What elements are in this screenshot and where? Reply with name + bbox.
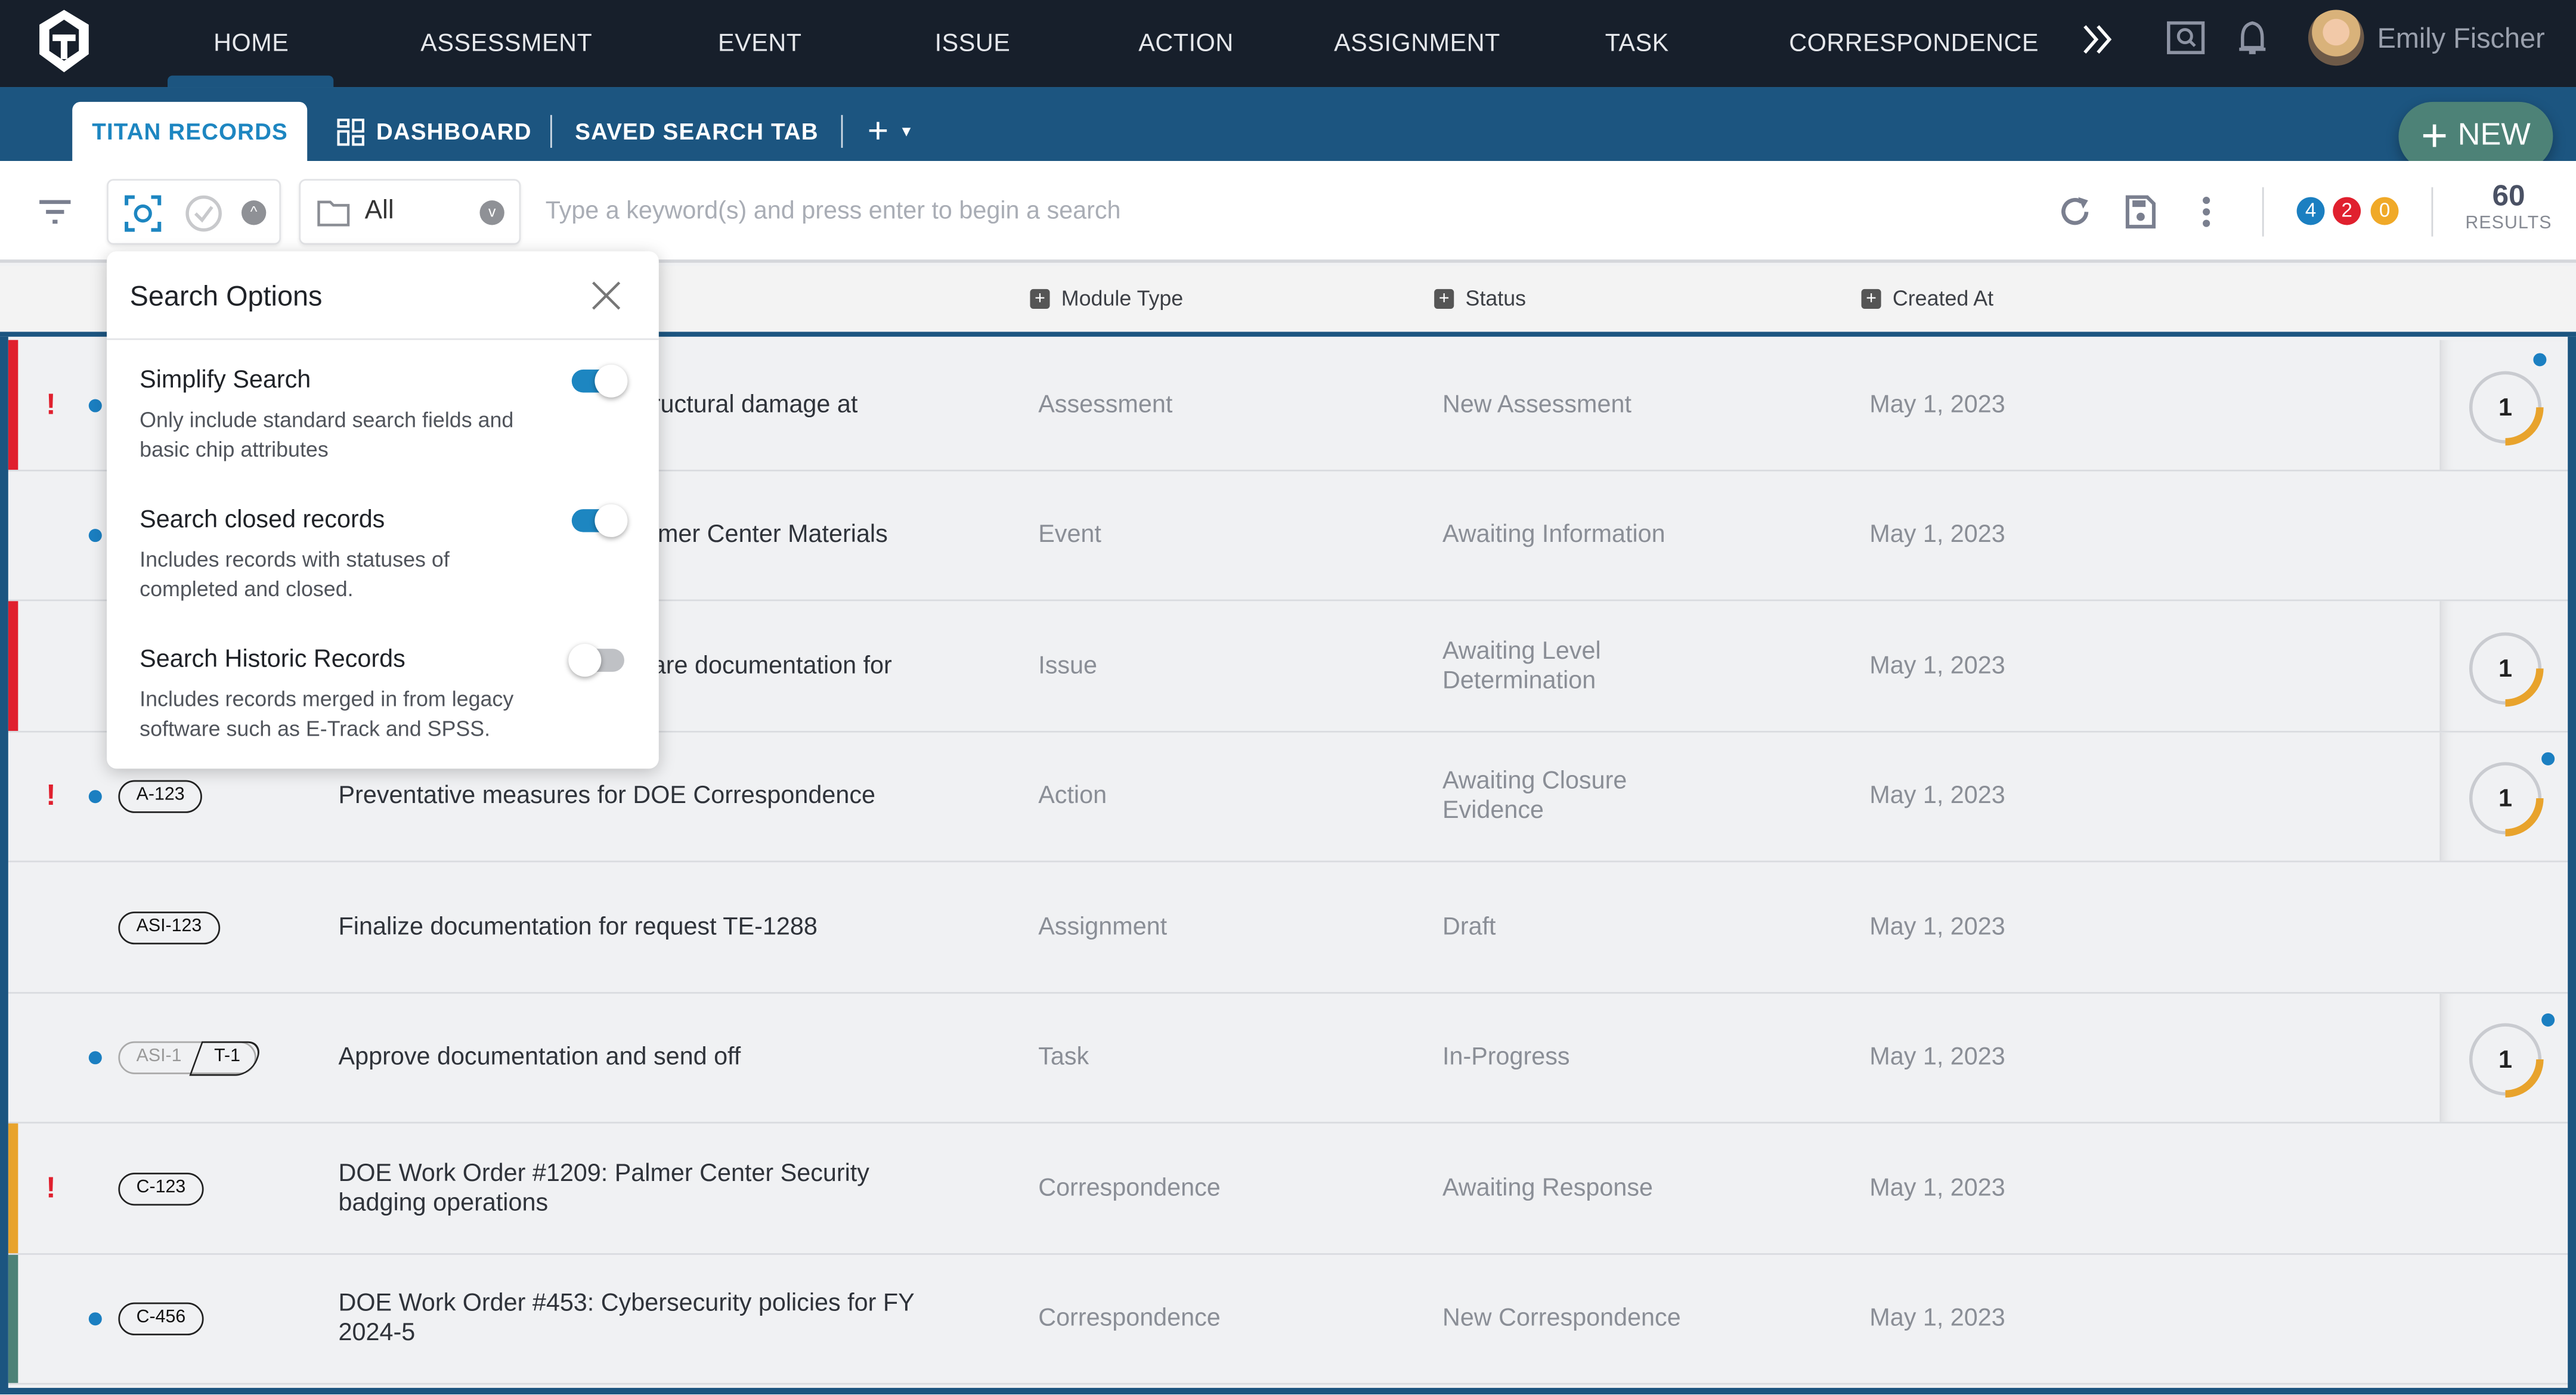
search-mode-group: ^ xyxy=(107,179,281,245)
tab-saved-search[interactable]: SAVED SEARCH TAB xyxy=(575,102,818,161)
popover-divider xyxy=(107,338,659,340)
titan-logo[interactable] xyxy=(30,7,99,76)
column-header-module[interactable]: + Module Type xyxy=(1030,286,1184,311)
option-label-historic: Search Historic Records xyxy=(140,645,405,674)
add-tab-button[interactable]: + ▼ xyxy=(868,102,915,161)
caret-down-icon: ▼ xyxy=(899,123,915,140)
filter-icon[interactable] xyxy=(38,199,72,225)
check-circle-icon[interactable] xyxy=(184,194,224,233)
add-icon: + xyxy=(1861,288,1881,308)
add-icon: + xyxy=(1434,288,1454,308)
more-nav-chevrons-icon[interactable] xyxy=(2080,23,2116,56)
column-header-status[interactable]: + Status xyxy=(1434,286,1527,311)
nav-label: ASSESSMENT xyxy=(420,29,593,58)
search-input[interactable]: Type a keyword(s) and press enter to beg… xyxy=(546,197,1121,225)
nav-label: ISSUE xyxy=(934,29,1011,58)
column-label: Status xyxy=(1465,286,1527,311)
popover-title: Search Options xyxy=(129,281,323,312)
toggle-simplify-search[interactable] xyxy=(571,364,628,398)
toggle-search-closed[interactable] xyxy=(571,504,628,537)
dashboard-grid-icon xyxy=(337,117,364,145)
tab-divider xyxy=(550,114,552,148)
option-label-closed: Search closed records xyxy=(140,506,385,534)
search-box-icon[interactable] xyxy=(2166,20,2205,56)
user-name[interactable]: Emily Fischer xyxy=(2377,23,2545,56)
nav-assessment[interactable]: ASSESSMENT xyxy=(420,0,592,87)
toggle-search-historic[interactable] xyxy=(568,643,624,677)
option-label-simplify: Simplify Search xyxy=(140,366,311,395)
bell-icon[interactable] xyxy=(2236,20,2269,59)
add-tab-label: + xyxy=(867,110,890,151)
more-vertical-icon[interactable] xyxy=(2198,196,2215,228)
tab-label: DASHBOARD xyxy=(376,118,532,145)
column-label: Created At xyxy=(1892,286,1994,311)
folder-select[interactable]: All v xyxy=(299,179,521,245)
nav-label: EVENT xyxy=(717,29,802,58)
results-label: RESULTS xyxy=(2465,213,2552,234)
results-count: 60 xyxy=(2492,179,2525,212)
tab-label: SAVED SEARCH TAB xyxy=(575,118,819,145)
nav-issue[interactable]: ISSUE xyxy=(935,0,1011,87)
chevron-down-icon: v xyxy=(479,200,504,225)
nav-label: ACTION xyxy=(1138,29,1234,58)
search-options-popover: Search Options Simplify Search Only incl… xyxy=(107,251,659,769)
nav-event[interactable]: EVENT xyxy=(718,0,802,87)
option-desc: Includes records merged in from legacy s… xyxy=(140,686,514,741)
scan-search-icon[interactable] xyxy=(123,194,163,233)
tab-label: TITAN RECORDS xyxy=(92,118,288,145)
count-badge-blue[interactable]: 4 xyxy=(2296,197,2325,225)
nav-action[interactable]: ACTION xyxy=(1138,0,1233,87)
add-icon: + xyxy=(1030,288,1050,308)
count-badge-orange[interactable]: 0 xyxy=(2370,197,2399,225)
column-label: Module Type xyxy=(1061,286,1184,311)
folder-icon xyxy=(317,200,350,227)
nav-label: HOME xyxy=(213,29,289,58)
nav-home[interactable]: HOME xyxy=(168,0,333,88)
new-label: NEW xyxy=(2457,118,2531,153)
count-badge-red[interactable]: 2 xyxy=(2333,197,2361,225)
column-header-created[interactable]: + Created At xyxy=(1861,286,1994,311)
tab-titan-records[interactable]: TITAN RECORDS xyxy=(72,101,308,161)
nav-correspondence[interactable]: CORRESPONDENCE xyxy=(1789,0,2039,87)
top-nav: HOME ASSESSMENT EVENT ISSUE ACTION ASSIG… xyxy=(0,0,2576,88)
toolbar-divider xyxy=(2431,187,2433,237)
nav-label: CORRESPONDENCE xyxy=(1789,29,2039,58)
tab-divider xyxy=(841,114,843,148)
option-desc: Includes records with statuses of comple… xyxy=(140,547,450,602)
save-icon[interactable] xyxy=(2124,194,2157,230)
folder-select-value: All xyxy=(364,197,394,225)
tab-dashboard[interactable]: DASHBOARD xyxy=(337,102,532,161)
app: HOME ASSESSMENT EVENT ISSUE ACTION ASSIG… xyxy=(0,0,2576,1395)
chevron-up-icon[interactable]: ^ xyxy=(241,200,267,225)
refresh-icon[interactable] xyxy=(2057,194,2093,230)
nav-label: TASK xyxy=(1605,29,1669,58)
option-desc: Only include standard search fields and … xyxy=(140,407,514,462)
nav-label: ASSIGNMENT xyxy=(1334,29,1500,58)
toolbar-divider xyxy=(2262,187,2264,237)
avatar[interactable] xyxy=(2308,10,2364,66)
plus-icon: + xyxy=(2421,110,2448,161)
close-icon[interactable] xyxy=(592,281,621,311)
nav-assignment[interactable]: ASSIGNMENT xyxy=(1334,0,1500,87)
nav-task[interactable]: TASK xyxy=(1605,0,1669,87)
